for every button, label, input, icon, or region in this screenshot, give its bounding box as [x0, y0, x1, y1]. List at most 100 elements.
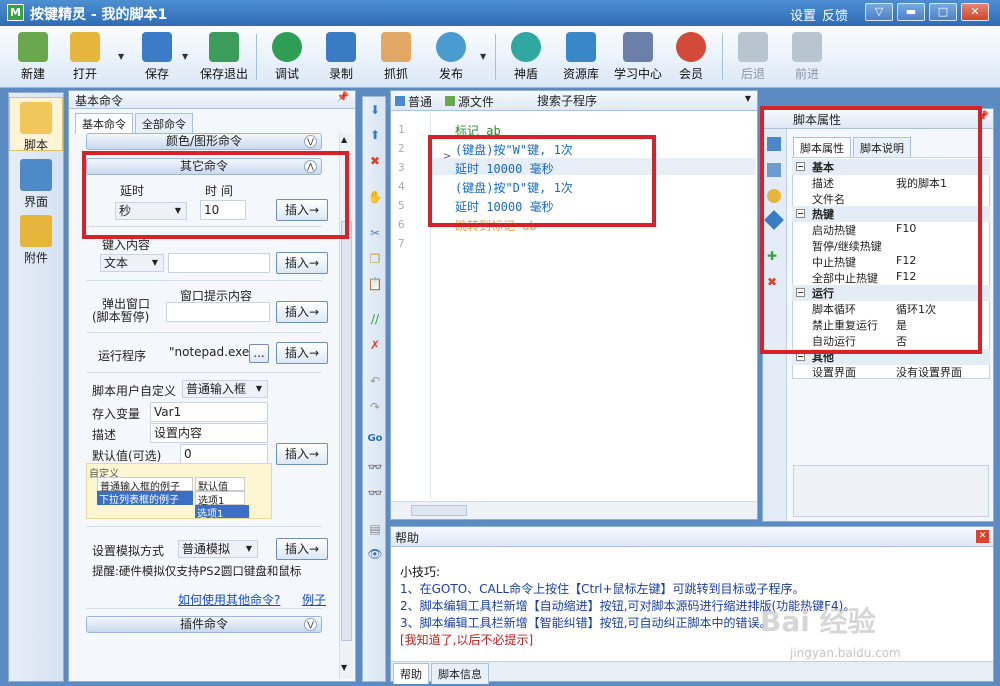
close-icon[interactable]: ✕: [976, 530, 989, 543]
tab-source[interactable]: 源文件: [445, 93, 494, 110]
browse-button[interactable]: ...: [249, 344, 269, 363]
uncomment-icon[interactable]: ✗: [366, 336, 384, 354]
hscroll-thumb[interactable]: [411, 505, 467, 516]
attachment-icon: [20, 215, 52, 247]
preview-row2-value: 选项1: [195, 491, 245, 507]
publish-dropdown-icon[interactable]: ▼: [480, 52, 486, 61]
replace-icon[interactable]: 👓: [366, 484, 384, 502]
member-button[interactable]: 会员: [670, 32, 712, 84]
example-link[interactable]: 例子: [302, 591, 326, 608]
line-number: 4: [398, 180, 405, 193]
tab-script-info[interactable]: 脚本信息: [431, 663, 489, 684]
open-button[interactable]: 打开: [64, 32, 106, 84]
insert-run-button[interactable]: 插入→: [276, 342, 328, 364]
subroutine-search-select[interactable]: 搜索子程序 ▼: [531, 92, 755, 110]
toolbar-divider: [495, 34, 496, 80]
help-dismiss-link[interactable]: [我知道了,以后不必提示]: [400, 631, 533, 648]
scroll-down-icon[interactable]: ▼: [341, 663, 347, 672]
forward-button[interactable]: 前进: [786, 32, 828, 84]
sim-tip: 提醒:硬件模拟仅支持PS2圆口键盘和鼠标: [92, 564, 302, 578]
save-exit-button[interactable]: 保存退出: [196, 32, 252, 84]
popup-content-input[interactable]: [166, 302, 270, 322]
nav-script[interactable]: 脚本: [9, 97, 63, 152]
scroll-thumb[interactable]: [341, 221, 352, 641]
desc-input[interactable]: 设置内容: [150, 423, 268, 443]
nav-interface[interactable]: 界面: [9, 155, 63, 209]
property-value[interactable]: 没有设置界面: [896, 364, 962, 380]
publish-button[interactable]: 发布: [430, 32, 472, 84]
main-toolbar: 新建 打开 ▼ 保存 ▼ 保存退出 调试 录制 抓抓 发布 ▼ 神盾 资源库 学…: [0, 26, 1000, 88]
resource-button[interactable]: 资源库: [558, 32, 604, 84]
move-up-icon[interactable]: ⬆: [366, 126, 384, 144]
grab-icon: [381, 32, 411, 62]
insert-custom-button[interactable]: 插入→: [276, 443, 328, 465]
desc-label: 描述: [92, 428, 117, 442]
toolbar-divider: [722, 34, 723, 80]
copy-icon[interactable]: ❐: [366, 250, 384, 268]
debug-button[interactable]: 调试: [266, 32, 308, 84]
learning-center-button[interactable]: 学习中心: [611, 32, 665, 84]
line-number: 6: [398, 218, 405, 231]
comment-icon[interactable]: //: [366, 310, 384, 328]
format-icon[interactable]: ▤: [366, 520, 384, 538]
save-dropdown-icon[interactable]: ▼: [182, 52, 188, 61]
window-title: 按键精灵 - 我的脚本1: [30, 7, 168, 23]
hand-icon[interactable]: ✋: [366, 188, 384, 206]
group-plugin-commands[interactable]: 插件命令 ⋁: [86, 616, 322, 633]
settings-link[interactable]: 设置: [790, 5, 816, 24]
insert-popup-button[interactable]: 插入→: [276, 301, 328, 323]
delete-icon[interactable]: ✖: [366, 152, 384, 170]
back-arrow-icon: [738, 32, 768, 62]
sim-select[interactable]: 普通模拟 ▼: [178, 540, 258, 558]
divider: [86, 332, 322, 333]
script-icon: [20, 102, 52, 134]
paste-icon[interactable]: 📋: [366, 275, 384, 293]
resource-icon: [566, 32, 596, 62]
cut-icon[interactable]: ✂: [366, 224, 384, 242]
tab-basic-commands[interactable]: 基本命令: [75, 113, 133, 134]
custom-preview: 自定义 普通输入框的例子 默认值 下拉列表框的例子 选项1 选项1: [86, 463, 272, 520]
sim-label: 设置模拟方式: [92, 544, 165, 558]
save-button[interactable]: 保存: [136, 32, 178, 84]
insert-keyin-button[interactable]: 插入→: [276, 252, 328, 274]
view-icon[interactable]: 👁: [366, 545, 384, 563]
popup-pause-label: (脚本暂停): [92, 310, 150, 324]
pin-icon[interactable]: 📌: [337, 92, 349, 103]
run-program-input[interactable]: "notepad.exe": [166, 343, 255, 363]
preview-row2-label: 下拉列表框的例子: [97, 491, 193, 506]
howto-link[interactable]: 如何使用其他命令?: [178, 591, 280, 608]
redo-icon[interactable]: ↷: [366, 398, 384, 416]
scroll-up-icon[interactable]: ▲: [341, 135, 347, 144]
tab-all-commands[interactable]: 全部命令: [135, 113, 193, 134]
record-button[interactable]: 录制: [320, 32, 362, 84]
dropdown-window-button[interactable]: ▽: [865, 3, 893, 21]
open-dropdown-icon[interactable]: ▼: [118, 52, 124, 61]
new-button[interactable]: 新建: [12, 32, 54, 84]
goto-icon[interactable]: Go: [366, 430, 384, 448]
shield-button[interactable]: 神盾: [505, 32, 547, 84]
var-input[interactable]: Var1: [150, 402, 268, 422]
undo-icon[interactable]: ↶: [366, 372, 384, 390]
editor-hscrollbar[interactable]: [391, 501, 757, 519]
maximize-button[interactable]: □: [929, 3, 957, 21]
keyin-type-select[interactable]: 文本 ▼: [100, 254, 164, 272]
custom-type-select[interactable]: 普通输入框 ▼: [182, 380, 268, 398]
default-input[interactable]: 0: [180, 444, 268, 464]
tab-normal[interactable]: 普通: [395, 93, 432, 110]
tab-help[interactable]: 帮助: [393, 663, 429, 684]
back-button[interactable]: 后退: [732, 32, 774, 84]
member-icon: [676, 32, 706, 62]
group-color-commands[interactable]: 颜色/图形命令 ⋁: [86, 133, 322, 150]
move-down-icon[interactable]: ⬇: [366, 101, 384, 119]
feedback-link[interactable]: 反馈: [822, 5, 848, 24]
find-icon[interactable]: 👓: [366, 458, 384, 476]
close-button[interactable]: ✕: [961, 3, 989, 21]
minimize-button[interactable]: ▬: [897, 3, 925, 21]
property-row[interactable]: 设置界面 没有设置界面: [792, 364, 990, 380]
keyin-content-input[interactable]: [168, 253, 270, 273]
debug-icon: [272, 32, 302, 62]
insert-sim-button[interactable]: 插入→: [276, 538, 328, 560]
property-description-box: [793, 465, 989, 517]
grab-button[interactable]: 抓抓: [375, 32, 417, 84]
nav-attachment[interactable]: 附件: [9, 211, 63, 265]
